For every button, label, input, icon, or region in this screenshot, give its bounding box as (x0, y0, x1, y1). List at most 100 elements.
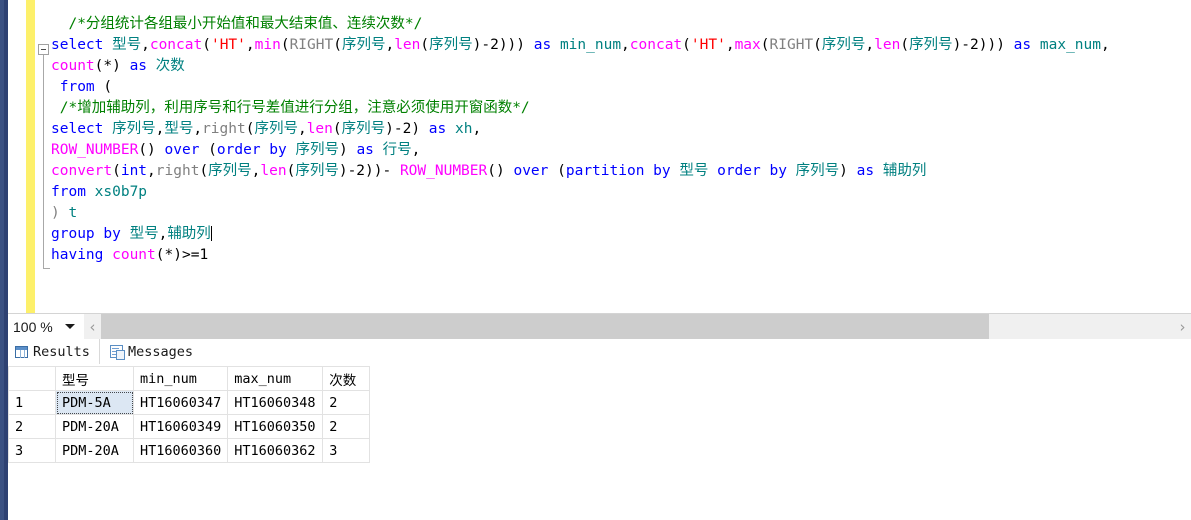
code-token: over (164, 142, 209, 158)
table-cell[interactable]: PDM-20A (55, 414, 134, 439)
code-token: , (725, 37, 735, 53)
table-row[interactable]: 1 PDM-5A HT16060347 HT16060348 2 (8, 390, 371, 415)
column-header-min_num[interactable]: min_num (132, 366, 229, 391)
results-grid-header: 型号 min_num max_num 次数 (8, 366, 371, 391)
code-token: as (356, 142, 383, 158)
row-number-cell[interactable]: 3 (8, 438, 56, 463)
text-caret (210, 226, 212, 241)
table-cell[interactable]: PDM-5A (55, 390, 134, 415)
table-cell[interactable]: 2 (322, 414, 371, 439)
fold-region-line (43, 55, 44, 268)
code-token: partition by (565, 163, 680, 179)
code-token: 序列号 (208, 163, 252, 179)
code-line-6: select 序列号,型号,right(序列号,len(序列号)-2) as x… (51, 119, 1110, 140)
code-token: /*分组统计各组最小开始值和最大结束值、连续次数*/ (68, 16, 423, 32)
window-left-edge-inner (0, 0, 4, 520)
sql-code-text[interactable]: /*分组统计各组最小开始值和最大结束值、连续次数*/select 型号,conc… (51, 14, 1110, 266)
sql-editor-pane[interactable]: /*分组统计各组最小开始值和最大结束值、连续次数*/select 型号,conc… (8, 0, 1191, 313)
code-token: 序列号 (429, 37, 473, 53)
scrollbar-track[interactable] (101, 314, 1174, 339)
code-token: ( (202, 37, 211, 53)
code-token: xh (455, 121, 473, 137)
code-token: , (621, 37, 630, 53)
code-token: ) (51, 205, 69, 221)
table-row[interactable]: 2 PDM-20A HT16060349 HT16060350 2 (8, 414, 371, 439)
code-token: ( (199, 163, 209, 179)
code-token: len (394, 37, 421, 53)
table-cell[interactable]: HT16060349 (132, 414, 229, 439)
code-line-10: ) t (51, 203, 1110, 224)
code-line-9: from xs0b7p (51, 182, 1110, 203)
code-token: ) (839, 163, 857, 179)
code-line-12: having count(*)>=1 (51, 245, 1110, 266)
code-line-7: ROW_NUMBER() over (order by 序列号) as 行号, (51, 140, 1110, 161)
code-token: ( (94, 79, 113, 95)
editor-selection-margin[interactable] (8, 0, 26, 313)
scroll-right-icon[interactable]: › (1174, 314, 1191, 339)
code-token: ( (557, 163, 566, 179)
ssms-window: /*分组统计各组最小开始值和最大结束值、连续次数*/select 型号,conc… (0, 0, 1191, 520)
code-token: right (155, 163, 200, 179)
table-cell[interactable]: 2 (322, 390, 371, 415)
column-header-次数[interactable]: 次数 (322, 366, 371, 391)
code-token: 型号 (679, 163, 709, 179)
code-token: 'HT' (690, 37, 726, 53)
fold-region-end-tick (43, 268, 50, 269)
code-token: , (158, 226, 168, 242)
table-cell[interactable]: HT16060348 (227, 390, 324, 415)
collapse-region-icon[interactable] (38, 44, 49, 55)
code-token: ROW_NUMBER (51, 142, 139, 158)
editor-horizontal-scrollbar[interactable]: ‹ › (84, 314, 1191, 339)
table-cell[interactable]: 3 (322, 438, 371, 463)
code-line-5: /*增加辅助列，利用序号和行号差值进行分组，注意必须使用开窗函数*/ (51, 98, 1110, 119)
code-token: concat (629, 37, 683, 53)
chevron-down-icon[interactable] (65, 324, 75, 329)
code-token: order by (216, 142, 296, 158)
table-cell[interactable]: HT16060350 (227, 414, 324, 439)
column-header-型号[interactable]: 型号 (55, 366, 134, 391)
code-token: 辅助列 (167, 226, 211, 242)
code-token: , (385, 37, 395, 53)
table-cell[interactable]: HT16060360 (132, 438, 229, 463)
code-token: , (411, 142, 421, 158)
code-token: 序列号 (295, 163, 339, 179)
row-number-cell[interactable]: 2 (8, 414, 56, 439)
code-token: concat (149, 37, 203, 53)
code-token: , (245, 37, 255, 53)
code-token: 型号 (112, 37, 142, 53)
code-token: ( (280, 37, 290, 53)
column-header-max_num[interactable]: max_num (227, 366, 324, 391)
scrollbar-thumb[interactable] (101, 314, 989, 339)
code-token: 序列号 (295, 142, 339, 158)
code-token: ( (813, 37, 822, 53)
table-cell[interactable]: HT16060347 (132, 390, 229, 415)
code-token: )-2))- (338, 163, 400, 179)
code-token: from (51, 184, 95, 200)
code-token: >= (181, 247, 200, 263)
column-header-rownum[interactable] (8, 366, 56, 391)
row-number-cell[interactable]: 1 (8, 390, 56, 415)
code-token: , (193, 121, 203, 137)
tab-results[interactable]: Results (8, 339, 100, 364)
code-token: 行号 (382, 142, 412, 158)
results-grid-body[interactable]: 1 PDM-5A HT16060347 HT16060348 2 2 PDM-20A HT16… (8, 390, 371, 463)
code-token: , (141, 37, 150, 53)
tab-messages[interactable]: Messages (103, 339, 202, 364)
tab-results-label: Results (33, 343, 90, 360)
results-grid[interactable]: 型号 min_num max_num 次数 1 PDM-5A HT16060347 HT16… (8, 366, 371, 463)
code-token: 辅助列 (882, 163, 927, 179)
code-token: 1 (199, 247, 209, 263)
scroll-left-icon[interactable]: ‹ (84, 314, 101, 339)
code-token: len (306, 121, 333, 137)
table-cell[interactable]: HT16060362 (227, 438, 324, 463)
zoom-level-dropdown[interactable]: 100 % (8, 314, 84, 339)
code-line-3: count(*) as 次数 (51, 56, 1110, 77)
table-row[interactable]: 3 PDM-20A HT16060360 HT16060362 3 (8, 438, 371, 463)
code-line-11: group by 型号,辅助列 (51, 224, 1110, 245)
table-cell[interactable]: PDM-20A (55, 438, 134, 463)
header-row: 型号 min_num max_num 次数 (8, 366, 371, 391)
code-token: )-2))) (952, 37, 1014, 53)
results-tabstrip: Results Messages (8, 339, 1191, 365)
code-token: len (874, 37, 901, 53)
